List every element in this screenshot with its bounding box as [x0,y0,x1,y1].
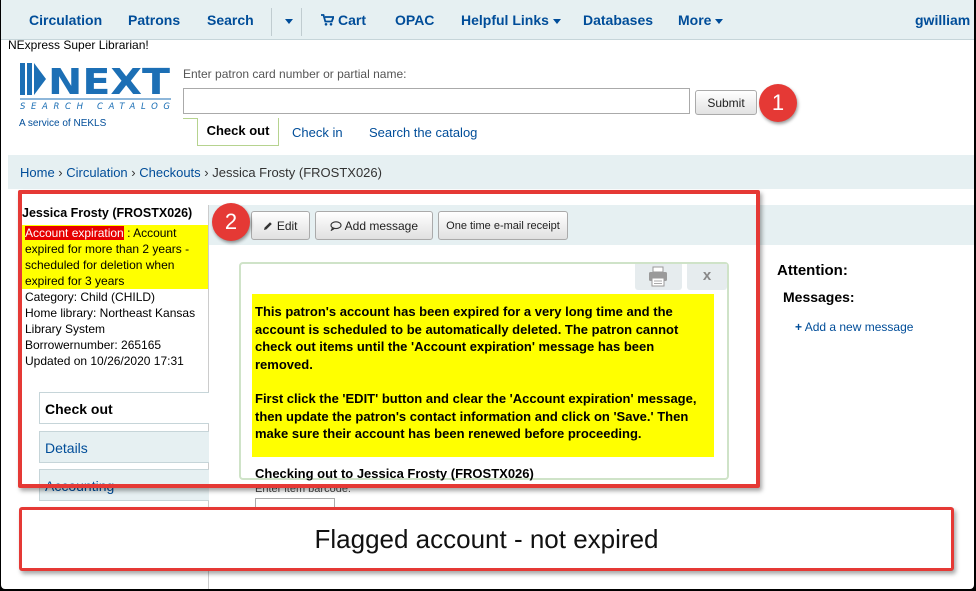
nav-circulation[interactable]: Circulation [29,12,102,28]
tab-search-catalog[interactable]: Search the catalog [369,125,477,140]
chevron-down-icon [285,18,293,24]
breadcrumb-checkouts[interactable]: Checkouts [139,165,200,180]
annotation-step-2: 2 [212,203,250,241]
nav-user-menu[interactable]: gwilliam [915,12,970,28]
nav-databases[interactable]: Databases [583,12,653,28]
breadcrumb-home[interactable]: Home [20,165,55,180]
nav-helpful-links[interactable]: Helpful Links [461,12,561,28]
nav-divider [271,8,272,36]
nav-search[interactable]: Search [207,12,254,28]
nav-helpful-links-label: Helpful Links [461,12,549,28]
plus-icon: + [795,320,803,334]
chevron-down-icon [552,18,561,24]
breadcrumb-current: Jessica Frosty (FROSTX026) [212,165,382,180]
nav-more[interactable]: More [678,12,724,28]
add-new-message-link[interactable]: + Add a new message [795,320,913,334]
svg-text:NEXT: NEXT [48,62,170,103]
tab-border [183,118,197,119]
logged-in-branch: NExpress Super Librarian! [8,38,149,52]
chevron-down-icon [715,18,724,24]
patron-search-label: Enter patron card number or partial name… [183,67,407,81]
next-search-catalog-logo[interactable]: NEXT SEARCH CATALOG [18,62,173,114]
nav-opac[interactable]: OPAC [395,12,434,28]
search-dropdown-toggle[interactable] [281,12,293,28]
submit-button[interactable]: Submit [695,90,757,115]
annotation-step-1: 1 [759,84,797,122]
attention-heading: Attention: [777,262,848,279]
breadcrumb-circulation[interactable]: Circulation [66,165,127,180]
annotation-highlight-box [18,190,760,488]
app-window: Circulation Patrons Search Cart OPAC Hel… [1,0,974,589]
nav-patrons[interactable]: Patrons [128,12,180,28]
messages-heading: Messages: [783,289,855,305]
tab-check-in[interactable]: Check in [292,125,343,140]
nav-cart[interactable]: Cart [321,12,366,28]
cart-icon [321,14,335,26]
nav-divider [301,8,302,36]
breadcrumb: Home › Circulation › Checkouts › Jessica… [8,155,974,189]
svg-text:SEARCH CATALOG: SEARCH CATALOG [20,102,170,112]
nav-cart-label: Cart [338,12,367,28]
logo-tagline: A service of NEKLS [19,118,107,129]
top-navigation: Circulation Patrons Search Cart OPAC Hel… [1,0,974,40]
patron-search-input[interactable] [183,88,690,114]
tab-check-out[interactable]: Check out [197,118,279,146]
nav-more-label: More [678,12,712,28]
add-new-message-label: Add a new message [804,320,914,334]
annotation-caption: Flagged account - not expired [19,507,954,571]
